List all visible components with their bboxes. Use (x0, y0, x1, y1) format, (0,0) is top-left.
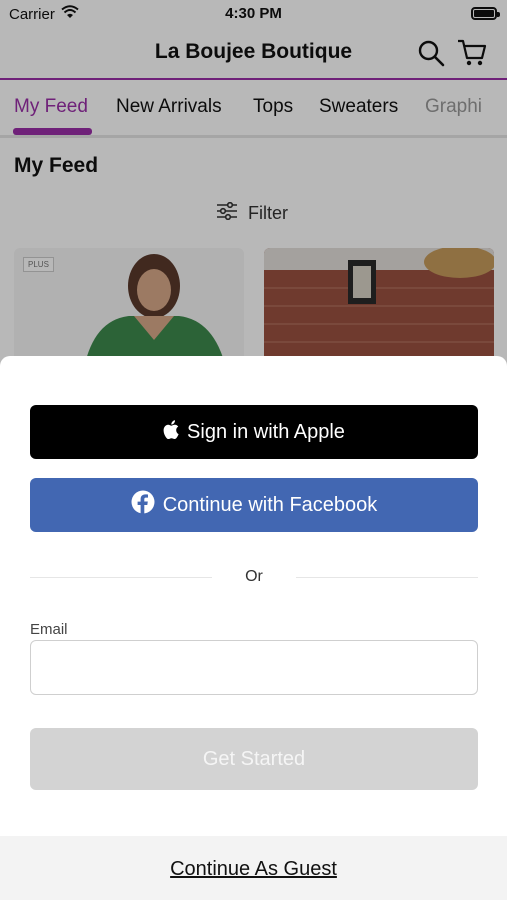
guest-bar: Continue As Guest (0, 836, 507, 900)
email-label: Email (30, 621, 68, 638)
facebook-button[interactable]: Continue with Facebook (30, 478, 478, 532)
or-divider: Or (30, 566, 478, 588)
email-input[interactable] (30, 640, 478, 695)
get-started-label: Get Started (202, 747, 306, 770)
facebook-icon (131, 490, 155, 520)
sign-in-sheet: Sign in with Apple Continue with Faceboo… (0, 356, 507, 900)
sign-in-apple-button[interactable]: Sign in with Apple (30, 405, 478, 459)
apple-button-label: Sign in with Apple (187, 420, 345, 443)
facebook-button-label: Continue with Facebook (162, 493, 378, 516)
get-started-button[interactable]: Get Started (30, 728, 478, 790)
divider-line (296, 577, 478, 578)
apple-icon (163, 419, 179, 445)
continue-as-guest-link[interactable]: Continue As Guest (0, 858, 507, 881)
